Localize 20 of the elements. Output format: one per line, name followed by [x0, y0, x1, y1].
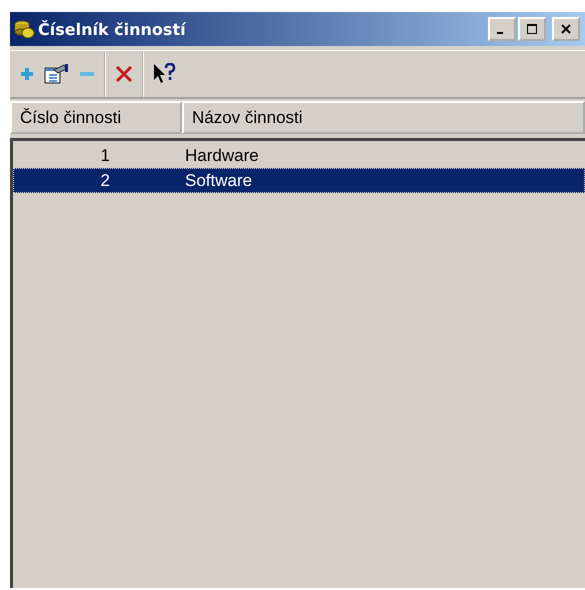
table-cell: Software — [185, 170, 252, 190]
delete-icon — [114, 64, 134, 84]
table-cell-text: 1 — [100, 146, 110, 166]
help-cursor-icon — [152, 63, 176, 85]
column-header[interactable]: Číslo činnosti — [10, 101, 182, 134]
maximize-icon — [527, 24, 537, 34]
table-cell-text: 2 — [100, 170, 110, 190]
table-row[interactable]: 1 Hardware — [13, 143, 585, 168]
maximize-button[interactable] — [518, 17, 546, 41]
plus-icon — [18, 65, 36, 83]
properties-icon — [44, 63, 70, 85]
table-row[interactable]: 2 Software — [13, 168, 585, 193]
close-button[interactable] — [552, 17, 580, 41]
minimize-icon — [497, 32, 503, 34]
coins-icon — [13, 18, 35, 40]
close-icon — [561, 24, 571, 34]
column-header[interactable]: Názov činnosti — [182, 101, 585, 134]
table-cell: Hardware — [185, 146, 259, 166]
minus-icon — [80, 72, 94, 76]
window-title: Číselník činností — [38, 20, 188, 38]
